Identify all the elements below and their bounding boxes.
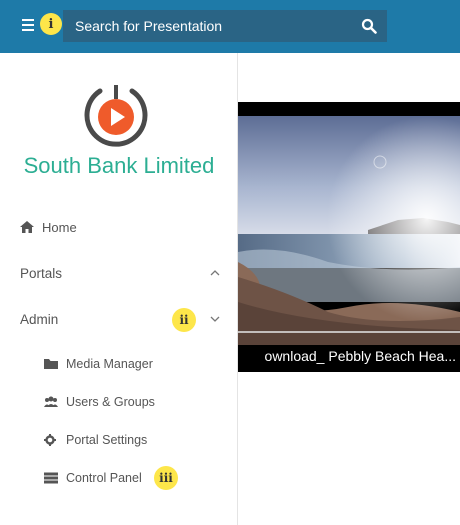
sidebar-item-label: Admin: [20, 311, 59, 327]
sidebar-item-label: Users & Groups: [66, 395, 155, 409]
users-icon: [44, 396, 58, 408]
server-icon: [44, 472, 58, 484]
sidebar: South Bank Limited Home Portals Admin Me…: [0, 53, 238, 525]
sidebar-item-label: Control Panel: [66, 471, 142, 485]
brand-logo: [80, 77, 152, 155]
video-title: ownload_ Pebbly Beach Hea...: [264, 348, 456, 364]
annotation-marker-i: i: [40, 13, 62, 35]
gear-icon: [44, 434, 58, 446]
top-bar: i: [0, 0, 460, 53]
sidebar-item-users-groups[interactable]: Users & Groups: [0, 387, 238, 417]
video-thumbnail[interactable]: ownload_ Pebbly Beach Hea...: [238, 102, 460, 372]
search-icon[interactable]: [361, 18, 377, 34]
menu-icon[interactable]: [22, 19, 34, 31]
search-box: [63, 10, 387, 42]
sidebar-item-label: Portal Settings: [66, 433, 148, 447]
brand-name: South Bank Limited: [23, 153, 215, 178]
sidebar-item-label: Media Manager: [66, 357, 153, 371]
annotation-marker-ii: ii: [172, 308, 196, 332]
sidebar-item-label: Home: [42, 219, 77, 235]
annotation-marker-iii: iii: [154, 466, 178, 490]
search-input[interactable]: [75, 10, 345, 42]
sidebar-item-label: Portals: [20, 265, 63, 281]
chevron-down-icon: [208, 312, 222, 326]
sidebar-item-media-manager[interactable]: Media Manager: [0, 349, 238, 379]
sidebar-item-control-panel[interactable]: Control Panel: [0, 463, 238, 493]
sidebar-item-admin[interactable]: Admin: [0, 304, 238, 334]
beach-video-preview: [238, 102, 460, 372]
sidebar-item-portals[interactable]: Portals: [0, 258, 238, 288]
sidebar-item-portal-settings[interactable]: Portal Settings: [0, 425, 238, 455]
folder-icon: [44, 358, 58, 370]
home-icon: [20, 221, 34, 233]
chevron-up-icon: [208, 266, 222, 280]
sidebar-item-home[interactable]: Home: [0, 212, 238, 242]
